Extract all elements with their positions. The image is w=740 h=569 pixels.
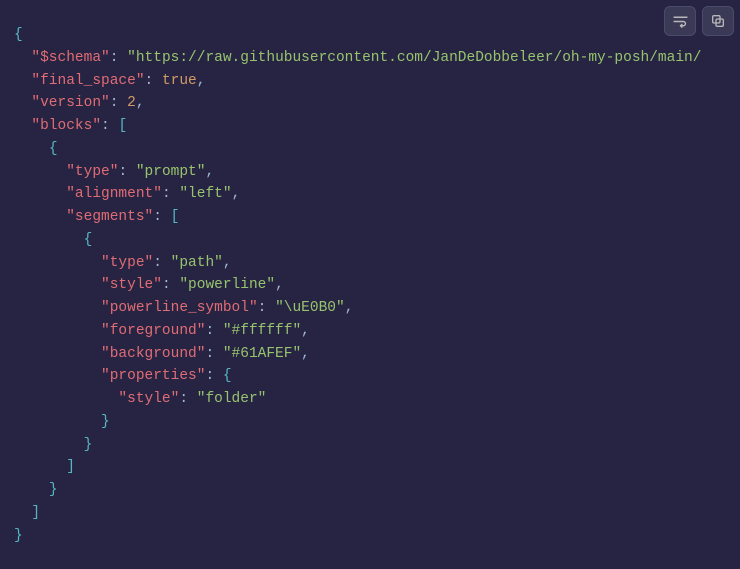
json-key: "style" [101, 277, 162, 293]
json-key: "$schema" [31, 50, 109, 66]
json-string: "folder" [197, 391, 267, 407]
json-key: "foreground" [101, 323, 205, 339]
json-key: "version" [31, 95, 109, 111]
wrap-lines-button[interactable] [664, 6, 696, 36]
json-string: "prompt" [136, 164, 206, 180]
code-block: { "$schema": "https://raw.githubusercont… [0, 0, 740, 547]
json-key: "segments" [66, 209, 153, 225]
json-bool: true [162, 73, 197, 89]
json-key: "style" [118, 391, 179, 407]
json-key: "blocks" [31, 118, 101, 134]
copy-icon [710, 13, 726, 29]
json-key: "type" [101, 255, 153, 271]
code-toolbar [664, 6, 734, 36]
copy-button[interactable] [702, 6, 734, 36]
json-string: "https://raw.githubusercontent.com/JanDe… [127, 50, 701, 66]
json-key: "alignment" [66, 186, 162, 202]
wrap-lines-icon [672, 13, 689, 30]
json-key: "background" [101, 346, 205, 362]
json-string: "powerline" [179, 277, 275, 293]
json-key: "type" [66, 164, 118, 180]
json-string: "path" [171, 255, 223, 271]
json-number: 2 [127, 95, 136, 111]
json-key: "final_space" [31, 73, 144, 89]
json-key: "properties" [101, 368, 205, 384]
json-string: "left" [179, 186, 231, 202]
json-string: "#ffffff" [223, 323, 301, 339]
json-string: "#61AFEF" [223, 346, 301, 362]
json-key: "powerline_symbol" [101, 300, 258, 316]
json-string: "\uE0B0" [275, 300, 345, 316]
